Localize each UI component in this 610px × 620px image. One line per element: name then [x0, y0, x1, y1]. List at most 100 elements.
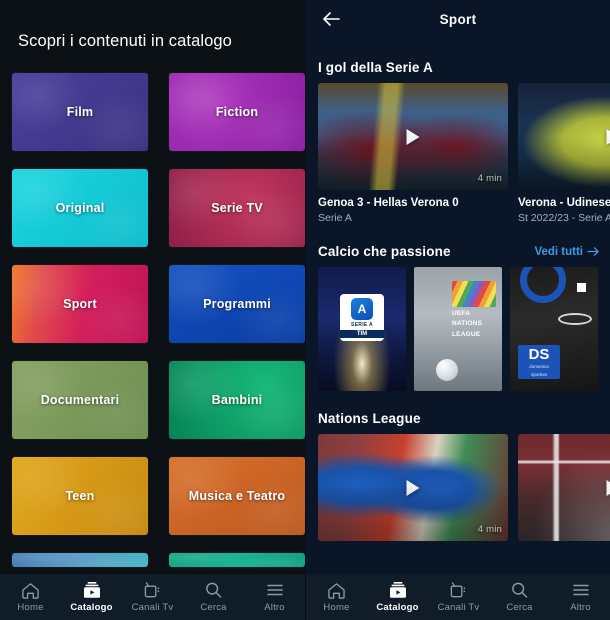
- nav-item-label: Catalogo: [376, 602, 419, 613]
- poster-card-serie-a[interactable]: A SERIE A TIM: [318, 267, 406, 391]
- category-tile-label: Musica e Teatro: [188, 489, 286, 503]
- nav-item-canali-tv[interactable]: Canali Tv: [428, 581, 489, 613]
- play-icon[interactable]: [606, 128, 610, 145]
- tile-sheen: [169, 553, 305, 567]
- video-title: Genoa 3 - Hellas Verona 0: [318, 197, 459, 209]
- nav-item-altro[interactable]: Altro: [244, 581, 305, 613]
- ds-mark: DS: [528, 345, 550, 363]
- category-tile-sport[interactable]: Sport: [12, 265, 148, 343]
- serie-a-mark: A: [351, 298, 373, 321]
- serie-a-sponsor: TIM: [340, 330, 384, 339]
- page-title: Scopri i contenuti in catalogo: [18, 32, 232, 50]
- tv-icon: [449, 581, 468, 599]
- play-icon[interactable]: [606, 479, 610, 496]
- section-i-gol-della-serie-a: I gol della Serie A 4 min Genoa 3 - Hell…: [306, 60, 610, 224]
- nav-item-catalogo[interactable]: Catalogo: [367, 581, 428, 613]
- search-icon: [510, 581, 529, 599]
- nav-item-label: Cerca: [200, 602, 227, 613]
- search-icon: [204, 581, 223, 599]
- nav-item-home[interactable]: Home: [0, 581, 61, 613]
- football-icon: [436, 359, 458, 381]
- catalog-icon: [82, 581, 102, 599]
- nav-item-label: Catalogo: [70, 602, 113, 613]
- app-root: Scopri i contenuti in catalogo Film Fict…: [0, 0, 610, 620]
- category-tile-serie-tv[interactable]: Serie TV: [169, 169, 305, 247]
- video-thumbnail[interactable]: 4 min: [318, 83, 508, 190]
- nav-item-canali-tv[interactable]: Canali Tv: [122, 581, 183, 613]
- nav-item-label: Home: [17, 602, 44, 613]
- catalog-panel: Scopri i contenuti in catalogo Film Fict…: [0, 0, 305, 620]
- tv-icon: [143, 581, 162, 599]
- category-tile-partial-1[interactable]: [12, 553, 148, 567]
- video-rail[interactable]: 4 min Genoa 3 - Hellas Verona 0 Serie A …: [318, 83, 610, 224]
- category-tile-teen[interactable]: Teen: [12, 457, 148, 535]
- catalog-icon: [388, 581, 408, 599]
- video-subtitle: St 2022/23 - Serie A: [518, 212, 610, 224]
- category-tile-film[interactable]: Film: [12, 73, 148, 151]
- section-header: Nations League: [318, 411, 610, 426]
- ds-sub2: sportiva: [531, 371, 547, 377]
- category-tile-label: Teen: [65, 489, 95, 503]
- duration-badge: 4 min: [477, 524, 502, 535]
- ds-logo: DS domenica sportiva: [518, 345, 560, 379]
- bottom-nav-right: Home Catalogo Canali Tv Cerca Altro: [306, 574, 610, 620]
- play-icon[interactable]: [406, 128, 420, 145]
- category-tile-original[interactable]: Original: [12, 169, 148, 247]
- video-card[interactable]: Verona - Udinese St 2022/23 - Serie A: [518, 83, 610, 224]
- serie-a-name: SERIE A: [351, 322, 373, 329]
- nav-item-cerca[interactable]: Cerca: [489, 581, 550, 613]
- bottom-nav-left: Home Catalogo Canali Tv Cerca Altro: [0, 574, 305, 620]
- video-card[interactable]: 4 min: [318, 434, 508, 541]
- see-all-link[interactable]: Vedi tutti: [534, 246, 600, 258]
- category-tile-bambini[interactable]: Bambini: [169, 361, 305, 439]
- home-icon: [327, 581, 346, 599]
- arrow-right-icon: [587, 247, 599, 256]
- nav-item-home[interactable]: Home: [306, 581, 367, 613]
- nav-item-cerca[interactable]: Cerca: [183, 581, 244, 613]
- ds-square-graphic: [577, 283, 586, 292]
- duration-badge: 4 min: [477, 173, 502, 184]
- video-title: Verona - Udinese: [518, 197, 610, 209]
- topbar: Sport: [306, 0, 610, 38]
- uefa-line2: NATIONS: [452, 320, 483, 328]
- basketball-hoop-icon: [558, 313, 592, 325]
- uefa-line1: UEFA: [452, 310, 471, 317]
- category-tile-fiction[interactable]: Fiction: [169, 73, 305, 151]
- poster-rail[interactable]: A SERIE A TIM UEFA NATIONS LEAGUE DS dom…: [318, 267, 610, 391]
- category-tile-grid: Film Fiction Original Serie TV Sport Pro…: [0, 51, 305, 567]
- video-thumbnail[interactable]: [518, 83, 610, 190]
- play-icon[interactable]: [406, 479, 420, 496]
- category-tile-documentari[interactable]: Documentari: [12, 361, 148, 439]
- video-thumbnail[interactable]: 4 min: [318, 434, 508, 541]
- category-tile-label: Documentari: [40, 393, 120, 407]
- poster-card-nations-league[interactable]: UEFA NATIONS LEAGUE: [414, 267, 502, 391]
- video-rail[interactable]: 4 min: [318, 434, 610, 541]
- nav-item-label: Canali Tv: [437, 602, 480, 613]
- category-tile-label: Sport: [63, 297, 97, 311]
- nav-item-catalogo[interactable]: Catalogo: [61, 581, 122, 613]
- category-tile-musica-e-teatro[interactable]: Musica e Teatro: [169, 457, 305, 535]
- uefa-flag-logo: UEFA NATIONS LEAGUE: [452, 281, 496, 338]
- see-all-label: Vedi tutti: [534, 245, 583, 258]
- video-card[interactable]: [518, 434, 610, 541]
- video-card[interactable]: 4 min Genoa 3 - Hellas Verona 0 Serie A: [318, 83, 508, 224]
- nav-item-altro[interactable]: Altro: [550, 581, 610, 613]
- nav-item-label: Home: [323, 602, 350, 613]
- category-tile-label: Film: [66, 105, 94, 119]
- category-tile-label: Fiction: [215, 105, 259, 119]
- video-thumbnail[interactable]: [518, 434, 610, 541]
- ds-sub1: domenica: [529, 363, 549, 369]
- category-tile-programmi[interactable]: Programmi: [169, 265, 305, 343]
- page-title: Sport: [439, 11, 477, 27]
- section-title: Nations League: [318, 411, 421, 426]
- uefa-stripes: [452, 281, 496, 307]
- category-tile-label: Bambini: [211, 393, 263, 407]
- uefa-line3: LEAGUE: [452, 330, 481, 338]
- category-tile-partial-2[interactable]: [169, 553, 305, 567]
- serie-a-badge: A SERIE A TIM: [340, 294, 384, 342]
- poster-card-domenica-sportiva[interactable]: DS domenica sportiva: [510, 267, 598, 391]
- nav-item-label: Altro: [570, 602, 591, 613]
- section-nations-league: Nations League 4 min: [306, 411, 610, 541]
- video-subtitle: Serie A: [318, 212, 352, 224]
- section-header: Calcio che passione Vedi tutti: [318, 244, 610, 259]
